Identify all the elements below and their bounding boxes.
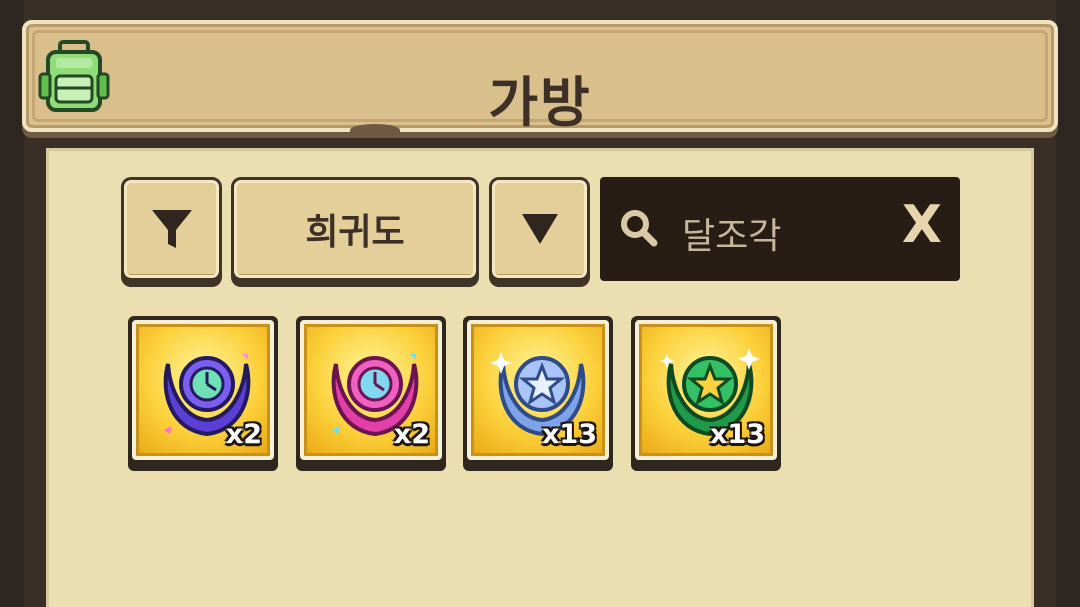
inventory-slot[interactable]: x2: [128, 316, 278, 471]
page-title: 가방: [488, 71, 592, 134]
item-quantity: x2: [225, 419, 262, 450]
sort-order-button[interactable]: [489, 177, 590, 281]
header-notch: [350, 124, 400, 136]
item-quantity: x2: [393, 419, 430, 450]
item-quantity: x13: [710, 419, 765, 450]
triangle-down-icon: [521, 214, 558, 244]
inventory-slot[interactable]: x13: [463, 316, 613, 471]
item-quantity: x13: [542, 419, 597, 450]
filter-button[interactable]: [121, 177, 222, 281]
inventory-slot[interactable]: x13: [631, 316, 781, 471]
clear-search-button[interactable]: X: [902, 199, 942, 251]
search-field[interactable]: 달조각 X: [600, 177, 960, 281]
inventory-slot[interactable]: x2: [296, 316, 446, 471]
filter-icon: [151, 210, 192, 248]
rarity-sort-label: 희귀도: [305, 212, 405, 253]
rarity-sort-button[interactable]: 희귀도: [231, 177, 479, 281]
backpack-icon: [38, 40, 110, 112]
search-input[interactable]: 달조각: [682, 207, 781, 259]
search-icon: [621, 210, 658, 247]
header-bar: 가방: [22, 20, 1058, 134]
